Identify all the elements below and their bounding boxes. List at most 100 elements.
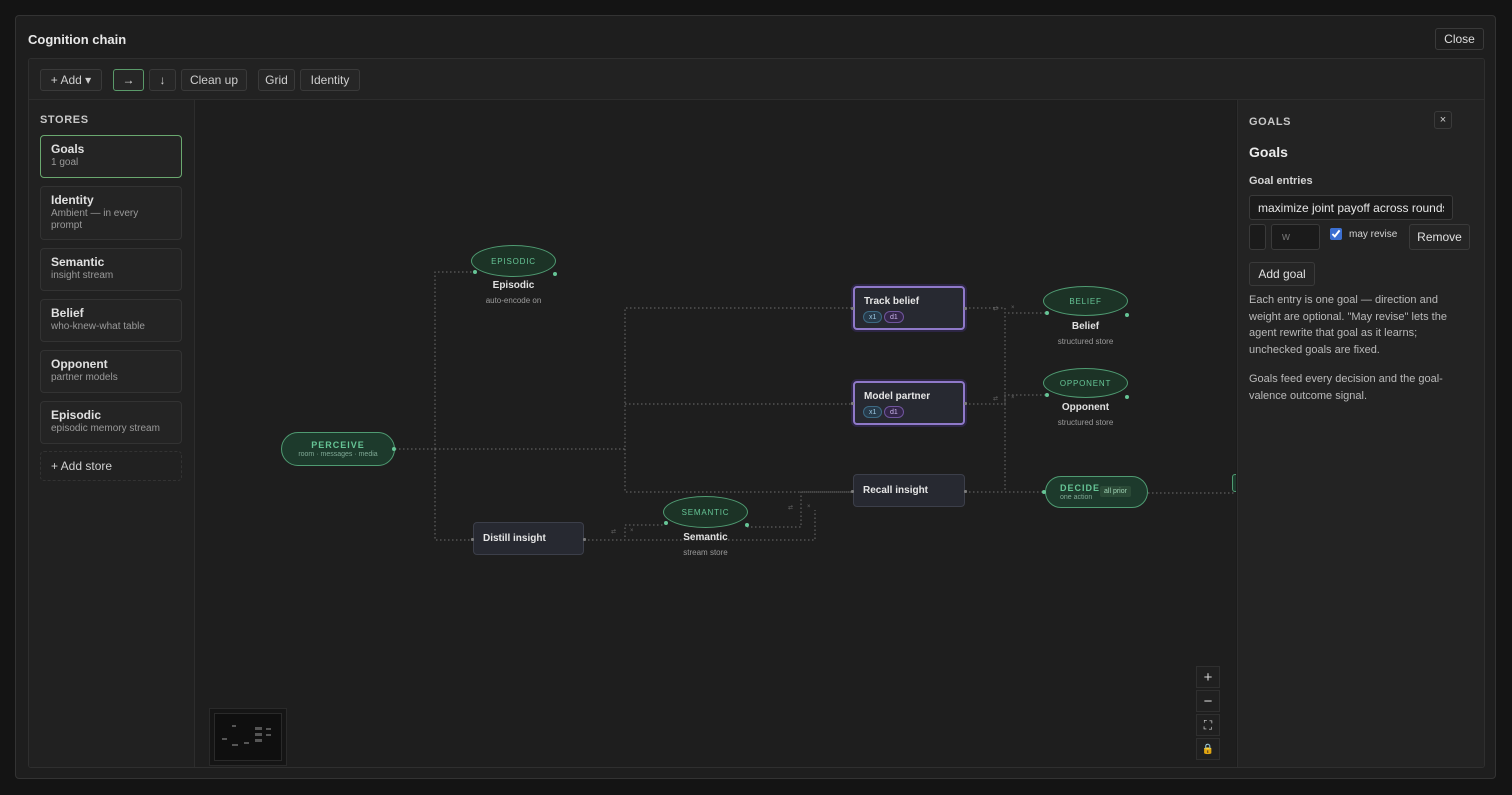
track-belief-input-handle[interactable]	[851, 307, 854, 310]
recall-insight-output-handle[interactable]	[964, 490, 967, 493]
recall-insight-input-handle[interactable]	[851, 490, 854, 493]
goal-weight-input[interactable]	[1271, 224, 1320, 250]
minimap-viewport[interactable]	[214, 713, 282, 761]
stores-sidebar: STORES Goals 1 goal Identity Ambient — i…	[29, 100, 195, 767]
store-item-sub: Ambient — in every prompt	[51, 208, 139, 231]
store-item-name: Identity	[51, 193, 94, 207]
store-item-sub: partner models	[51, 372, 118, 383]
minimap-node	[222, 738, 227, 740]
track-belief-edge-wr: ⇄	[993, 306, 999, 312]
close-icon[interactable]: ×	[1434, 111, 1452, 129]
zoom-out-button[interactable]: −	[1196, 690, 1220, 712]
goals-help-text: Each entry is one goal — direction and w…	[1249, 294, 1447, 356]
track-belief-edge-remove[interactable]: ×	[1011, 305, 1015, 311]
add-store-button[interactable]: + Add store	[40, 451, 182, 481]
store-item-goals[interactable]: Goals 1 goal	[40, 135, 182, 178]
semantic-store-node[interactable]: SEMANTIC	[663, 496, 748, 528]
minimap[interactable]	[209, 708, 287, 766]
decide-title: DECIDE	[1060, 483, 1101, 493]
perceive-node[interactable]: PERCEIVE room · messages · media	[281, 432, 395, 466]
opponent-input-handle[interactable]	[1045, 393, 1049, 397]
belief-output-handle[interactable]	[1125, 313, 1129, 317]
goal-text-input[interactable]	[1249, 195, 1453, 220]
episodic-label: Episodic	[492, 280, 535, 291]
goal-direction-input[interactable]	[1249, 224, 1266, 250]
close-button[interactable]: Close	[1435, 28, 1484, 50]
add-goal-button[interactable]: Add goal	[1249, 262, 1315, 286]
distill-insight-output-handle[interactable]	[583, 538, 586, 541]
perceive-title: PERCEIVE	[311, 440, 365, 450]
model-partner-x-badge: x1	[863, 406, 883, 418]
store-item-name: Belief	[51, 306, 84, 320]
semantic-caption: stream store	[683, 548, 728, 557]
layout-vertical-button[interactable]: ↓	[149, 69, 176, 91]
zoom-in-button[interactable]: +	[1196, 666, 1220, 688]
decide-badge: all prior	[1100, 486, 1131, 497]
identity-button[interactable]: Identity	[300, 69, 360, 91]
semantic-input-handle[interactable]	[664, 521, 668, 525]
offscreen-node-edge[interactable]	[1232, 474, 1236, 492]
edge-perceive-track-belief[interactable]	[395, 307, 853, 450]
clean-up-button[interactable]: Clean up	[181, 69, 247, 91]
dialog-title: Cognition chain	[28, 32, 127, 47]
episodic-input-handle[interactable]	[473, 270, 477, 274]
semantic-label: Semantic	[683, 532, 728, 543]
track-belief-title: Track belief	[864, 296, 920, 307]
opponent-store-node[interactable]: OPPONENT	[1043, 368, 1128, 398]
add-menu-button[interactable]: + Add ▾	[40, 69, 102, 91]
track-belief-node[interactable]: Track belief x1 d1	[853, 286, 965, 330]
recall-insight-node[interactable]: Recall insight	[853, 474, 965, 507]
semantic-edge-remove[interactable]: ×	[807, 504, 811, 510]
store-item-name: Episodic	[51, 408, 102, 422]
track-belief-output-handle[interactable]	[964, 307, 967, 310]
store-item-name: Opponent	[51, 357, 108, 371]
goals-inspector-panel: GOALS × Goals Goal entries may revise Re…	[1237, 100, 1484, 767]
goals-panel-title: Goals	[1249, 144, 1288, 160]
decide-node[interactable]: DECIDE one action	[1045, 476, 1148, 508]
store-item-identity[interactable]: Identity Ambient — in every prompt	[40, 186, 182, 240]
belief-store-node[interactable]: BELIEF	[1043, 286, 1128, 316]
decide-sub: one action	[1060, 494, 1093, 501]
store-item-name: Semantic	[51, 255, 105, 269]
model-partner-output-handle[interactable]	[964, 402, 967, 405]
edge-perceive-distill[interactable]	[434, 449, 473, 541]
opponent-output-handle[interactable]	[1125, 395, 1129, 399]
model-partner-edge-remove[interactable]: ×	[1011, 395, 1015, 401]
edge-distill-semantic[interactable]	[584, 524, 665, 541]
edge-semantic-recall[interactable]	[747, 491, 853, 528]
belief-input-handle[interactable]	[1045, 311, 1049, 315]
grid-toggle-button[interactable]: Grid	[258, 69, 295, 91]
remove-goal-button[interactable]: Remove	[1409, 224, 1470, 250]
belief-tag: BELIEF	[1069, 296, 1102, 306]
lock-icon[interactable]: 🔒	[1196, 738, 1220, 760]
layout-horizontal-button[interactable]: →	[113, 69, 144, 91]
minimap-node	[244, 742, 249, 744]
perceive-output-handle[interactable]	[392, 447, 396, 451]
distill-insight-title: Distill insight	[483, 533, 546, 544]
graph-canvas[interactable]: PERCEIVE room · messages · media EPISODI…	[195, 100, 1236, 767]
semantic-output-handle[interactable]	[745, 523, 749, 527]
goals-help-text-2: Goals feed every decision and the goal-v…	[1249, 373, 1443, 402]
episodic-store-node[interactable]: EPISODIC	[471, 245, 556, 277]
distill-edge-remove[interactable]: ×	[630, 528, 634, 534]
model-partner-node[interactable]: Model partner x1 d1	[853, 381, 965, 425]
distill-insight-node[interactable]: Distill insight	[473, 522, 584, 555]
episodic-output-handle[interactable]	[553, 272, 557, 276]
store-item-episodic[interactable]: Episodic episodic memory stream	[40, 401, 182, 444]
distill-insight-input-handle[interactable]	[471, 538, 474, 541]
store-item-semantic[interactable]: Semantic insight stream	[40, 248, 182, 291]
minimap-node	[232, 725, 236, 727]
track-belief-d-badge: d1	[884, 311, 904, 323]
semantic-tag: SEMANTIC	[681, 507, 730, 517]
store-item-opponent[interactable]: Opponent partner models	[40, 350, 182, 393]
fit-view-button[interactable]: ⛶	[1196, 714, 1220, 736]
may-revise-checkbox[interactable]	[1330, 228, 1342, 240]
store-item-sub: 1 goal	[51, 157, 79, 168]
decide-input-handle[interactable]	[1042, 490, 1046, 494]
semantic-edge-wr: ⇄	[788, 505, 794, 511]
edge-perceive-recall-insight[interactable]	[624, 449, 853, 493]
goals-panel-heading: GOALS	[1249, 116, 1292, 128]
belief-caption: structured store	[1057, 337, 1114, 346]
model-partner-input-handle[interactable]	[851, 402, 854, 405]
store-item-belief[interactable]: Belief who-knew-what table	[40, 299, 182, 342]
